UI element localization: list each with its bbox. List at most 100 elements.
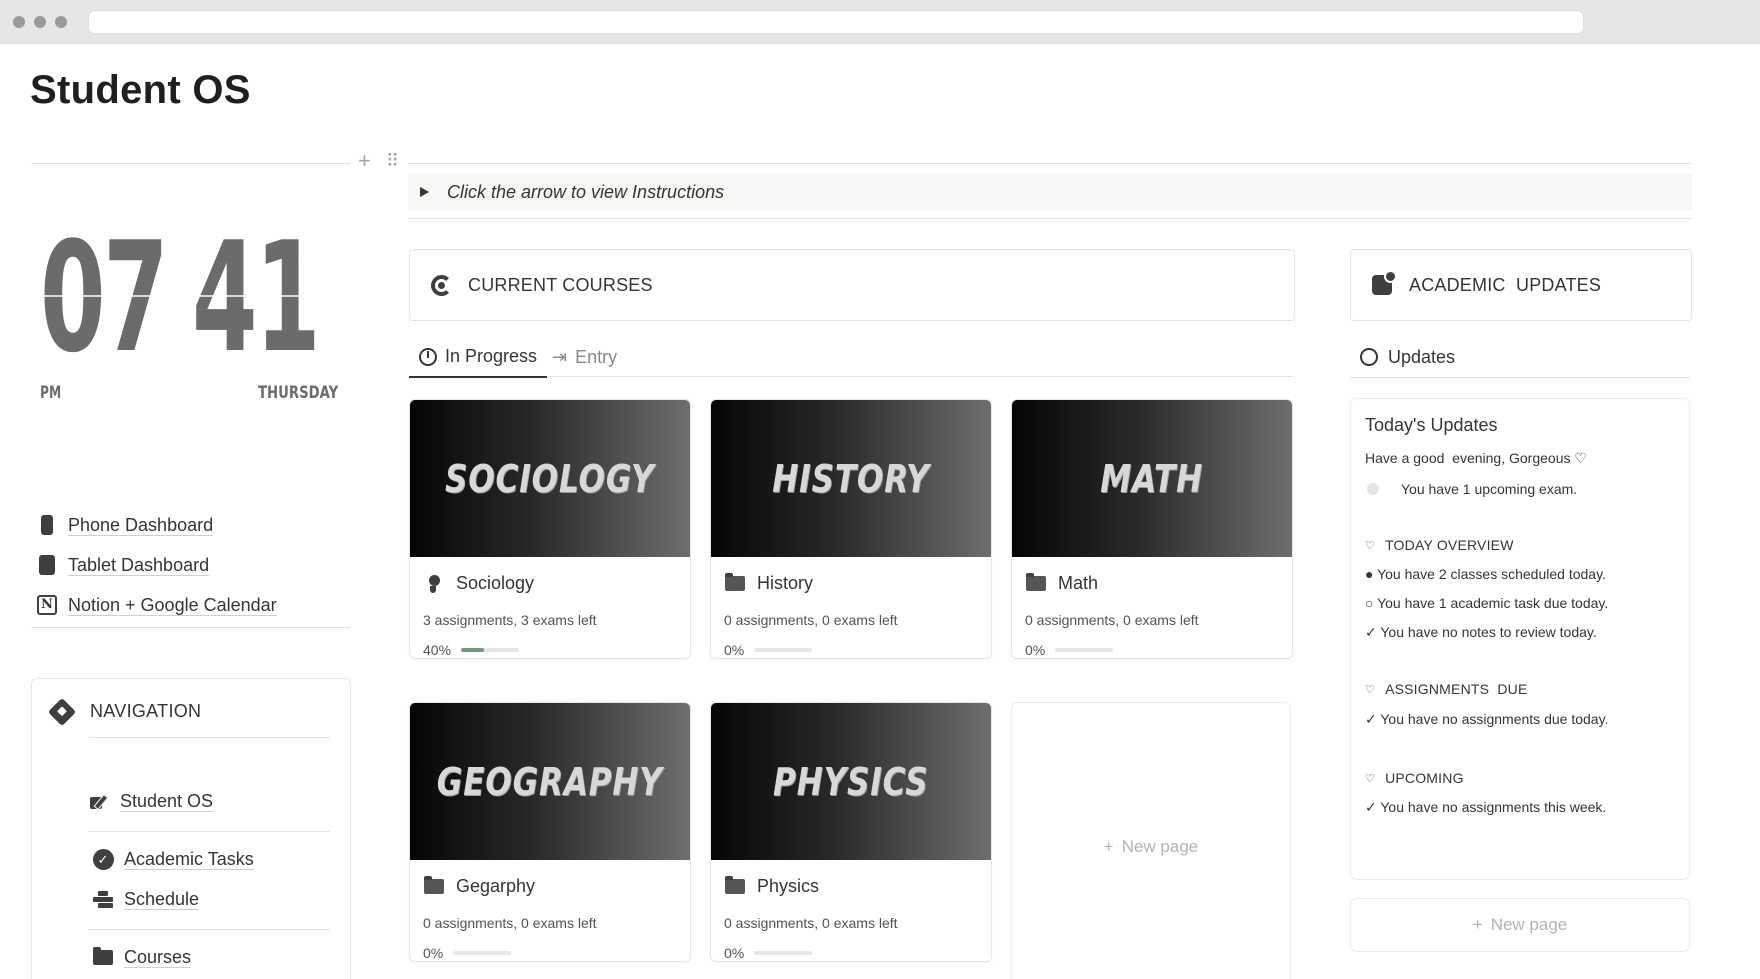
cover-text: MATH [1100, 456, 1204, 501]
notion-icon: N [37, 595, 57, 615]
pen-square-icon [90, 794, 108, 810]
course-cover: PHYSICS [711, 703, 991, 860]
course-card-sociology[interactable]: SOCIOLOGY Sociology 3 assignments, 3 exa… [409, 399, 691, 659]
navigation-card: NAVIGATION Student OS ✓ Academic Tasks S… [31, 678, 351, 979]
directions-icon [47, 697, 77, 726]
course-title: Physics [757, 876, 820, 896]
course-cover: MATH [1012, 400, 1292, 557]
exam-text: You have 1 upcoming exam. [1401, 481, 1578, 497]
link-label: Notion + Google Calendar [68, 594, 277, 616]
instructions-toggle[interactable]: Click the arrow to view Instructions [408, 174, 1692, 210]
link-tablet-dashboard[interactable]: Tablet Dashboard [36, 545, 277, 585]
phone-icon [41, 515, 53, 535]
clock-hours: 07 [40, 209, 169, 386]
new-update-page-button[interactable]: + New page [1350, 898, 1690, 952]
tab-label: Entry [575, 346, 618, 367]
divider [408, 218, 1692, 219]
new-course-page-button[interactable]: + New page [1011, 702, 1291, 979]
course-progress: 0% [423, 945, 690, 961]
new-page-label: New page [1490, 915, 1568, 934]
overview-line: ● You have 2 classes scheduled today. [1365, 566, 1606, 582]
address-bar[interactable] [88, 10, 1584, 34]
course-title: History [757, 573, 814, 593]
divider [408, 163, 1692, 164]
tab-updates[interactable]: Updates [1360, 337, 1455, 377]
assignments-due-heading: ♡ ASSIGNMENTS DUE [1365, 681, 1675, 697]
course-progress: 0% [724, 945, 991, 961]
course-title: Gegarphy [456, 876, 536, 896]
course-card-physics[interactable]: PHYSICS Physics 0 assignments, 0 exams l… [710, 702, 992, 962]
plus-icon: + [1472, 915, 1483, 934]
cover-text: HISTORY [772, 456, 930, 501]
divider [31, 627, 350, 628]
toggle-arrow-icon[interactable] [420, 187, 429, 197]
progress-label: 0% [1025, 642, 1046, 658]
divider [88, 929, 330, 930]
flip-clock: 07 41 [40, 222, 330, 374]
todays-updates-card[interactable]: Today's Updates Have a good evening, Gor… [1350, 398, 1690, 880]
assignments-line: ✓ You have no assignments due today. [1365, 711, 1609, 727]
navigation-heading: NAVIGATION [47, 697, 201, 726]
folder-icon [93, 947, 113, 965]
cover-text: GEOGRAPHY [437, 759, 663, 804]
drag-handle-icon[interactable]: ⠿ [386, 152, 399, 170]
sign-in-icon: ⇥ [552, 346, 568, 367]
add-block-icon[interactable]: + [358, 150, 371, 172]
clock-icon [419, 347, 437, 366]
section-heading-text: UPCOMING [1385, 770, 1464, 786]
maximize-window-button[interactable] [55, 16, 67, 28]
status-dot-icon [1367, 483, 1379, 495]
tab-label: In Progress [445, 346, 538, 366]
link-label: Phone Dashboard [68, 514, 214, 536]
overview-line: ✓ You have no notes to review today. [1365, 624, 1597, 640]
overview-line: ○ You have 1 academic task due today. [1365, 595, 1609, 611]
nav-item-academic-tasks[interactable]: ✓ Academic Tasks [92, 849, 254, 870]
progress-bar [754, 951, 813, 955]
circle-icon [1360, 348, 1378, 366]
course-meta: 0 assignments, 0 exams left [1025, 612, 1199, 628]
divider [31, 163, 350, 164]
course-progress: 0% [724, 642, 991, 658]
link-phone-dashboard[interactable]: Phone Dashboard [36, 505, 277, 545]
course-card-history[interactable]: HISTORY History 0 assignments, 0 exams l… [710, 399, 992, 659]
tab-label: Updates [1388, 346, 1456, 367]
course-cover: HISTORY [711, 400, 991, 557]
course-progress: 0% [1025, 642, 1292, 658]
tab-in-progress[interactable]: In Progress [409, 337, 548, 378]
cover-text: PHYSICS [773, 759, 929, 804]
current-courses-heading: CURRENT COURSES [468, 274, 653, 295]
clock-ampm: PM [40, 383, 62, 403]
minimize-window-button[interactable] [34, 16, 46, 28]
folder-icon [1026, 573, 1046, 591]
tab-entry[interactable]: ⇥ Entry [552, 337, 617, 377]
progress-fill [461, 648, 485, 652]
course-cover: SOCIOLOGY [410, 400, 690, 557]
nav-item-label: Student OS [120, 791, 214, 812]
courses-view-tabs: In Progress ⇥ Entry [409, 337, 1293, 378]
heart-icon: ♡ [1365, 683, 1376, 696]
progress-label: 0% [423, 945, 444, 961]
progress-bar [754, 648, 813, 652]
course-meta: 0 assignments, 0 exams left [724, 915, 898, 931]
browser-chrome [0, 0, 1760, 44]
course-meta: 0 assignments, 0 exams left [423, 915, 597, 931]
todays-updates-title: Today's Updates [1365, 415, 1498, 435]
pie-chart-icon [430, 274, 452, 296]
close-window-button[interactable] [13, 16, 25, 28]
heart-icon: ♡ [1365, 539, 1376, 552]
link-notion-google-calendar[interactable]: N Notion + Google Calendar [36, 585, 277, 625]
nav-item-student-os[interactable]: Student OS [88, 791, 214, 812]
academic-updates-heading: ACADEMIC UPDATES [1409, 274, 1602, 295]
nav-item-courses[interactable]: Courses [92, 947, 192, 968]
course-card-math[interactable]: MATH Math 0 assignments, 0 exams left 0% [1011, 399, 1293, 659]
cover-text: SOCIOLOGY [445, 456, 655, 501]
nav-item-schedule[interactable]: Schedule [92, 889, 200, 910]
upcoming-heading: ♡ UPCOMING [1365, 770, 1675, 786]
folder-icon [725, 876, 745, 894]
tablet-icon [39, 555, 55, 575]
course-card-geography[interactable]: GEOGRAPHY Gegarphy 0 assignments, 0 exam… [409, 702, 691, 962]
progress-label: 0% [724, 945, 745, 961]
current-courses-callout: CURRENT COURSES [409, 249, 1295, 321]
heart-icon: ♡ [1365, 772, 1376, 785]
progress-bar [453, 951, 512, 955]
